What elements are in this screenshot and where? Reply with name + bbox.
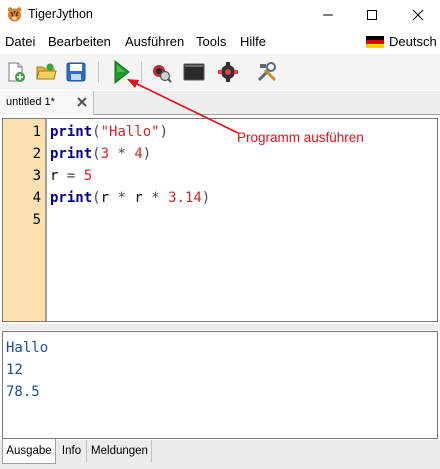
toolbar-separator <box>141 61 142 83</box>
open-folder-icon <box>36 63 57 80</box>
toolbar <box>0 54 440 90</box>
code-token: ( <box>92 190 101 206</box>
run-icon <box>114 60 130 84</box>
close-tab-icon[interactable] <box>75 95 89 109</box>
close-icon <box>412 9 424 21</box>
code-token: * <box>109 190 135 206</box>
debug-button[interactable] <box>148 59 174 85</box>
title-bar: TigerJython <box>0 0 440 30</box>
open-file-button[interactable] <box>33 59 59 85</box>
code-token: print <box>50 124 93 140</box>
line-number: 1 <box>32 124 41 140</box>
tools-icon <box>257 62 277 82</box>
tab-meldungen[interactable]: Meldungen <box>88 440 152 462</box>
toolbar-separator <box>98 61 99 83</box>
menu-bearbeiten[interactable]: Bearbeiten <box>48 34 111 49</box>
save-icon <box>66 62 86 82</box>
menu-bar: Datei Bearbeiten Ausführen Tools Hilfe D… <box>0 30 440 52</box>
robot-button[interactable] <box>215 59 241 85</box>
line-number: 4 <box>32 190 41 206</box>
console-output-line: 78.5 <box>6 384 40 400</box>
code-token: 5 <box>83 168 93 184</box>
code-token: ( <box>92 146 101 162</box>
maximize-icon <box>367 10 377 20</box>
code-token: ( <box>92 124 101 140</box>
tools-button[interactable] <box>254 59 280 85</box>
output-console: Hallo 12 78.5 <box>2 331 438 439</box>
new-file-icon <box>8 62 25 82</box>
code-line[interactable]: print(r * r * 3.14) <box>50 190 210 206</box>
close-window-button[interactable] <box>396 0 440 30</box>
code-token: ) <box>201 190 211 206</box>
code-token: 4 <box>134 146 143 162</box>
console-output-line: Hallo <box>6 340 49 356</box>
line-number: 2 <box>32 146 41 162</box>
editor-console-splitter[interactable] <box>0 324 440 330</box>
code-token: ) <box>159 124 169 140</box>
menu-ausfuehren[interactable]: Ausführen <box>125 34 184 49</box>
annotation-label: Programm ausführen <box>237 130 364 145</box>
code-token: print <box>50 146 93 162</box>
tab-ausgabe[interactable]: Ausgabe <box>2 439 56 464</box>
line-number-gutter: 1 2 3 4 5 <box>3 119 47 321</box>
code-token: * <box>109 146 135 162</box>
console-icon <box>183 63 205 81</box>
code-token: ) <box>142 146 152 162</box>
minimize-button[interactable] <box>306 0 350 30</box>
code-line[interactable]: r = 5 <box>50 168 92 184</box>
menu-datei[interactable]: Datei <box>5 34 35 49</box>
code-token: print <box>50 190 93 206</box>
language-selector[interactable]: Deutsch <box>366 34 437 49</box>
code-token: = <box>58 168 84 184</box>
tab-label: untitled 1* <box>6 96 55 108</box>
code-token: * <box>142 190 169 206</box>
minimize-icon <box>323 14 333 16</box>
line-number: 3 <box>32 168 41 184</box>
run-button[interactable] <box>108 59 134 85</box>
menu-hilfe[interactable]: Hilfe <box>240 34 266 49</box>
new-file-button[interactable] <box>3 59 29 85</box>
window-title: TigerJython <box>28 7 93 21</box>
tiger-logo-icon <box>7 7 22 22</box>
robot-gear-icon <box>218 62 238 82</box>
code-token: "Hallo" <box>100 124 160 140</box>
german-flag-icon <box>366 35 384 48</box>
code-line[interactable]: print(3 * 4) <box>50 146 151 162</box>
code-token: r <box>134 190 143 206</box>
code-line[interactable]: print("Hallo") <box>50 124 168 140</box>
language-label: Deutsch <box>389 34 437 49</box>
document-tab-strip: untitled 1* <box>0 91 440 115</box>
code-token: 3.14 <box>168 190 202 206</box>
console-button[interactable] <box>181 59 207 85</box>
tab-untitled-1[interactable]: untitled 1* <box>0 91 94 115</box>
code-token: r <box>100 190 110 206</box>
bottom-tab-bar: Ausgabe Info Meldungen <box>0 439 440 469</box>
console-output-line: 12 <box>6 362 23 378</box>
menu-tools[interactable]: Tools <box>196 34 226 49</box>
debug-bug-icon <box>153 65 172 83</box>
code-token: 3 <box>100 146 110 162</box>
code-text-area[interactable]: print("Hallo") print(3 * 4) r = 5 print(r *… <box>50 119 437 321</box>
line-number: 5 <box>32 212 41 228</box>
code-editor[interactable]: 1 2 3 4 5 print("Hallo") print(3 * 4) r = … <box>2 118 438 322</box>
save-button[interactable] <box>63 59 89 85</box>
maximize-button[interactable] <box>350 0 394 30</box>
tab-info[interactable]: Info <box>57 440 87 462</box>
